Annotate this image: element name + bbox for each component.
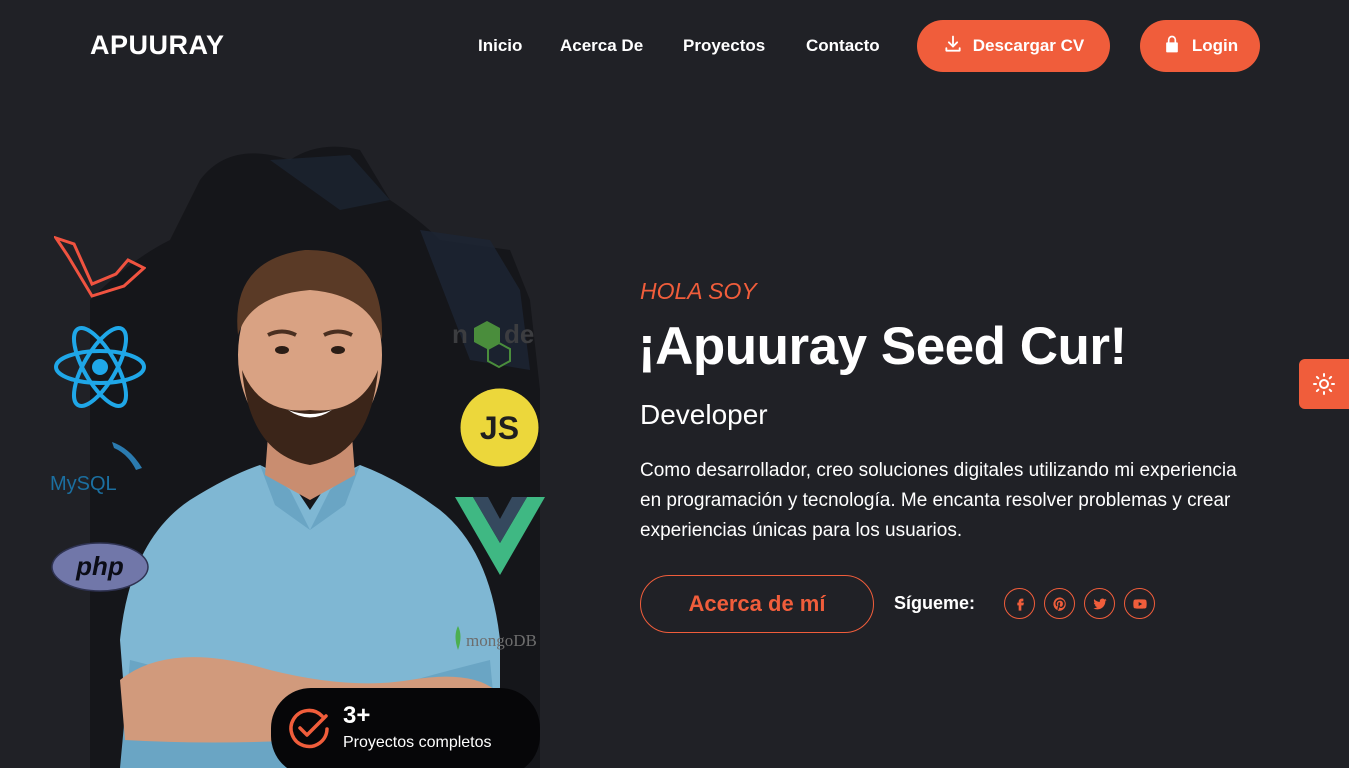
- facebook-icon: [1016, 598, 1024, 611]
- mongodb-icon: mongoDB: [452, 622, 552, 654]
- site-logo[interactable]: APUURAY: [90, 30, 225, 61]
- svg-text:mongoDB: mongoDB: [466, 631, 537, 650]
- download-cv-label: Descargar CV: [972, 36, 1085, 55]
- vue-icon: [455, 497, 545, 575]
- svg-text:de: de: [504, 319, 534, 349]
- login-button[interactable]: Login: [1140, 20, 1260, 72]
- twitter-icon: [1092, 598, 1107, 609]
- projects-label: Proyectos completos: [343, 734, 492, 751]
- pinterest-link[interactable]: [1044, 588, 1075, 619]
- svg-text:php: php: [75, 551, 124, 581]
- nav-proyectos[interactable]: Proyectos: [683, 36, 765, 56]
- check-circle-icon: [289, 708, 329, 749]
- login-label: Login: [1191, 36, 1239, 55]
- pinterest-icon: [1052, 596, 1066, 611]
- youtube-link[interactable]: [1124, 588, 1155, 619]
- svg-text:MySQL: MySQL: [50, 473, 117, 495]
- hero-name: ¡Apuuray Seed Cur!: [638, 317, 1127, 376]
- theme-toggle-button[interactable]: [1299, 359, 1349, 409]
- svg-text:JS: JS: [480, 410, 519, 446]
- nav-acerca-de[interactable]: Acerca De: [560, 36, 643, 56]
- twitter-link[interactable]: [1084, 588, 1115, 619]
- nodejs-icon: n de: [452, 319, 534, 369]
- javascript-icon: JS: [460, 388, 539, 467]
- download-cv-button[interactable]: Descargar CV: [917, 20, 1110, 72]
- hero-description: Como desarrollador, creo soluciones digi…: [640, 460, 1237, 541]
- hero-greeting: HOLA SOY: [640, 278, 757, 304]
- php-icon: php: [51, 542, 149, 592]
- laravel-icon: [54, 236, 146, 298]
- download-icon: [943, 34, 963, 59]
- facebook-link[interactable]: [1004, 588, 1035, 619]
- nav-contacto[interactable]: Contacto: [806, 36, 880, 56]
- projects-count: 3+: [343, 702, 371, 729]
- about-me-button[interactable]: Acerca de mí: [640, 575, 874, 633]
- nav-inicio[interactable]: Inicio: [478, 36, 522, 56]
- mysql-icon: MySQL: [50, 440, 150, 495]
- react-icon: [54, 326, 146, 408]
- svg-text:n: n: [452, 319, 468, 349]
- follow-label: Sígueme:: [894, 593, 976, 613]
- youtube-icon: [1132, 598, 1147, 609]
- sun-icon: [1313, 373, 1335, 395]
- hero-role: Developer: [640, 399, 768, 430]
- lock-icon: [1162, 34, 1182, 59]
